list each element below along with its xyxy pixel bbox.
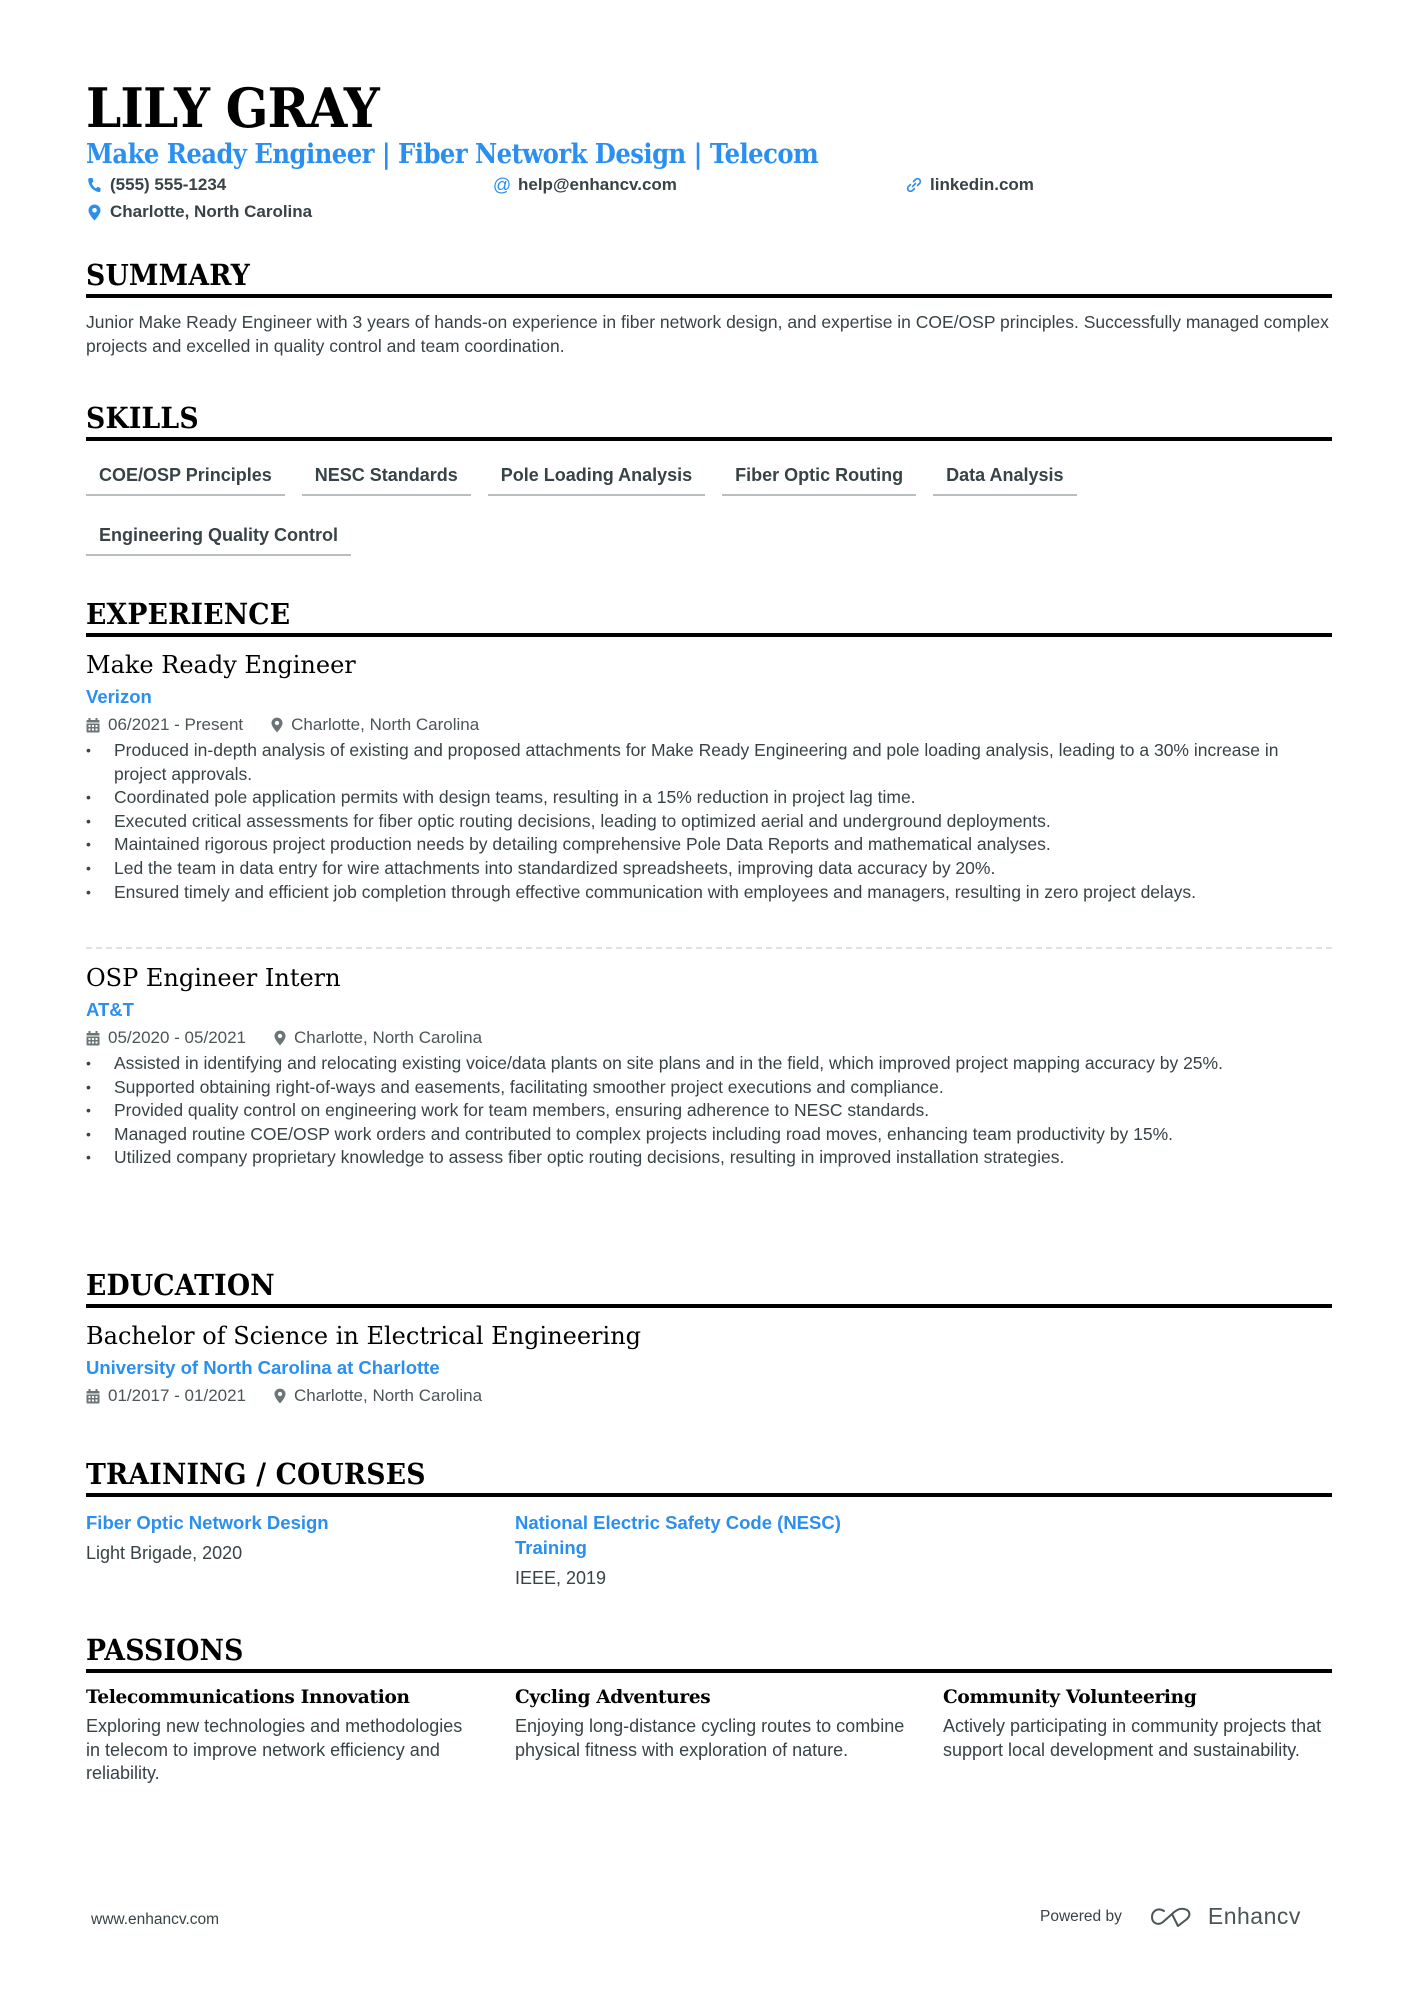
- section-title-training: TRAINING / COURSES: [86, 1457, 1332, 1497]
- skill-chip: Pole Loading Analysis: [487, 460, 706, 496]
- education-dates: 01/2017 - 01/2021: [108, 1386, 247, 1405]
- map-pin-icon: [86, 203, 102, 221]
- skill-chip: Fiber Optic Routing: [722, 460, 917, 496]
- bullet-item: Maintained rigorous project production n…: [86, 833, 1332, 857]
- link-icon: [906, 176, 922, 194]
- passion-title: Community Volunteering: [943, 1687, 1197, 1708]
- at-icon: @: [492, 175, 512, 195]
- map-pin-icon: [274, 1030, 286, 1046]
- bullet-item: Supported obtaining right-of-ways and ea…: [86, 1076, 1332, 1100]
- course-title: National Electric Safety Code (NESC) Tra…: [515, 1512, 841, 1558]
- contact-phone[interactable]: (555) 555-1234: [86, 174, 226, 196]
- job-dates: 05/2020 - 05/2021: [108, 1028, 247, 1047]
- calendar-icon: [86, 1030, 100, 1045]
- phone-number: (555) 555-1234: [110, 175, 227, 194]
- bullet-item: Executed critical assessments for fiber …: [86, 810, 1332, 834]
- skill-chip: COE/OSP Principles: [86, 460, 285, 496]
- job-dates: 06/2021 - Present: [108, 715, 244, 734]
- job-bullets: Assisted in identifying and relocating e…: [86, 1052, 1332, 1170]
- section-title-passions: PASSIONS: [86, 1633, 1332, 1673]
- skill-chip: Data Analysis: [933, 460, 1077, 496]
- passion-description: Exploring new technologies and methodolo…: [86, 1716, 463, 1783]
- skill-chip: NESC Standards: [301, 460, 471, 496]
- calendar-icon: [86, 717, 100, 732]
- job-location: Charlotte, North Carolina: [291, 715, 480, 734]
- company-name: AT&T: [86, 999, 134, 1020]
- email-address: help@enhancv.com: [518, 175, 677, 194]
- footer-powered-by[interactable]: Powered by Enhancv: [1040, 1903, 1301, 1930]
- course-provider: IEEE, 2019: [515, 1568, 607, 1588]
- skills-list: COE/OSP Principles NESC Standards Pole L…: [86, 460, 1332, 556]
- linkedin-link: linkedin.com: [930, 175, 1034, 194]
- enhancv-brand: Enhancv: [1207, 1903, 1301, 1929]
- section-title-experience: EXPERIENCE: [86, 597, 1332, 637]
- phone-icon: [86, 176, 102, 194]
- summary-text: Junior Make Ready Engineer with 3 years …: [86, 312, 1329, 356]
- bullet-item: Coordinated pole application permits wit…: [86, 786, 1332, 810]
- passion-item: Telecommunications Innovation Exploring …: [86, 1686, 481, 1786]
- school-name: University of North Carolina at Charlott…: [86, 1357, 440, 1378]
- entry-divider: [86, 947, 1332, 949]
- bullet-item: Managed routine COE/OSP work orders and …: [86, 1123, 1332, 1147]
- passion-item: Community Volunteering Actively particip…: [943, 1686, 1338, 1762]
- passion-title: Cycling Adventures: [515, 1687, 711, 1708]
- course-item: Fiber Optic Network Design Light Brigade…: [86, 1510, 486, 1565]
- candidate-name: LILY GRAY: [86, 76, 380, 140]
- headline: Make Ready Engineer | Fiber Network Desi…: [86, 139, 819, 170]
- passion-title: Telecommunications Innovation: [86, 1687, 410, 1708]
- job-meta: 05/2020 - 05/2021 Charlotte, North Carol…: [86, 1027, 1332, 1049]
- bullet-item: Ensured timely and efficient job complet…: [86, 881, 1332, 905]
- passion-description: Actively participating in community proj…: [943, 1716, 1322, 1760]
- bullet-item: Led the team in data entry for wire atta…: [86, 857, 1332, 881]
- course-provider: Light Brigade, 2020: [86, 1543, 243, 1563]
- course-item: National Electric Safety Code (NESC) Tra…: [515, 1510, 915, 1590]
- calendar-icon: [86, 1388, 100, 1403]
- map-pin-icon: [274, 1388, 286, 1404]
- skill-chip: Engineering Quality Control: [86, 520, 352, 556]
- education-meta: 01/2017 - 01/2021 Charlotte, North Carol…: [86, 1385, 1332, 1407]
- passion-description: Enjoying long-distance cycling routes to…: [515, 1716, 905, 1760]
- company-name: Verizon: [86, 686, 152, 707]
- job-meta: 06/2021 - Present Charlotte, North Carol…: [86, 714, 1332, 736]
- map-pin-icon: [271, 717, 283, 733]
- bullet-item: Assisted in identifying and relocating e…: [86, 1052, 1332, 1076]
- powered-by-label: Powered by: [1040, 1907, 1122, 1925]
- section-title-summary: SUMMARY: [86, 258, 1332, 298]
- experience-entry: OSP Engineer Intern AT&T 05/2020 - 05/20…: [86, 963, 1332, 1170]
- job-title: OSP Engineer Intern: [86, 964, 341, 992]
- job-location: Charlotte, North Carolina: [294, 1028, 483, 1047]
- contact-location: Charlotte, North Carolina: [86, 201, 312, 223]
- enhancv-logo-icon: [1150, 1907, 1191, 1927]
- job-bullets: Produced in-depth analysis of existing a…: [86, 739, 1332, 904]
- contact-email[interactable]: @ help@enhancv.com: [492, 174, 677, 196]
- bullet-item: Provided quality control on engineering …: [86, 1099, 1332, 1123]
- experience-entry: Make Ready Engineer Verizon 06/2021 - Pr…: [86, 650, 1332, 904]
- bullet-item: Produced in-depth analysis of existing a…: [86, 739, 1332, 786]
- education-location: Charlotte, North Carolina: [294, 1386, 483, 1405]
- course-title: Fiber Optic Network Design: [86, 1512, 329, 1533]
- passion-item: Cycling Adventures Enjoying long-distanc…: [515, 1686, 910, 1762]
- education-entry: Bachelor of Science in Electrical Engine…: [86, 1321, 1332, 1407]
- contact-linkedin[interactable]: linkedin.com: [906, 174, 1034, 196]
- degree-title: Bachelor of Science in Electrical Engine…: [86, 1322, 642, 1350]
- job-title: Make Ready Engineer: [86, 651, 356, 679]
- section-title-skills: SKILLS: [86, 401, 1332, 441]
- location-text: Charlotte, North Carolina: [110, 202, 313, 221]
- footer-website[interactable]: www.enhancv.com: [91, 1909, 219, 1931]
- bullet-item: Utilized company proprietary knowledge t…: [86, 1146, 1332, 1170]
- section-title-education: EDUCATION: [86, 1268, 1332, 1308]
